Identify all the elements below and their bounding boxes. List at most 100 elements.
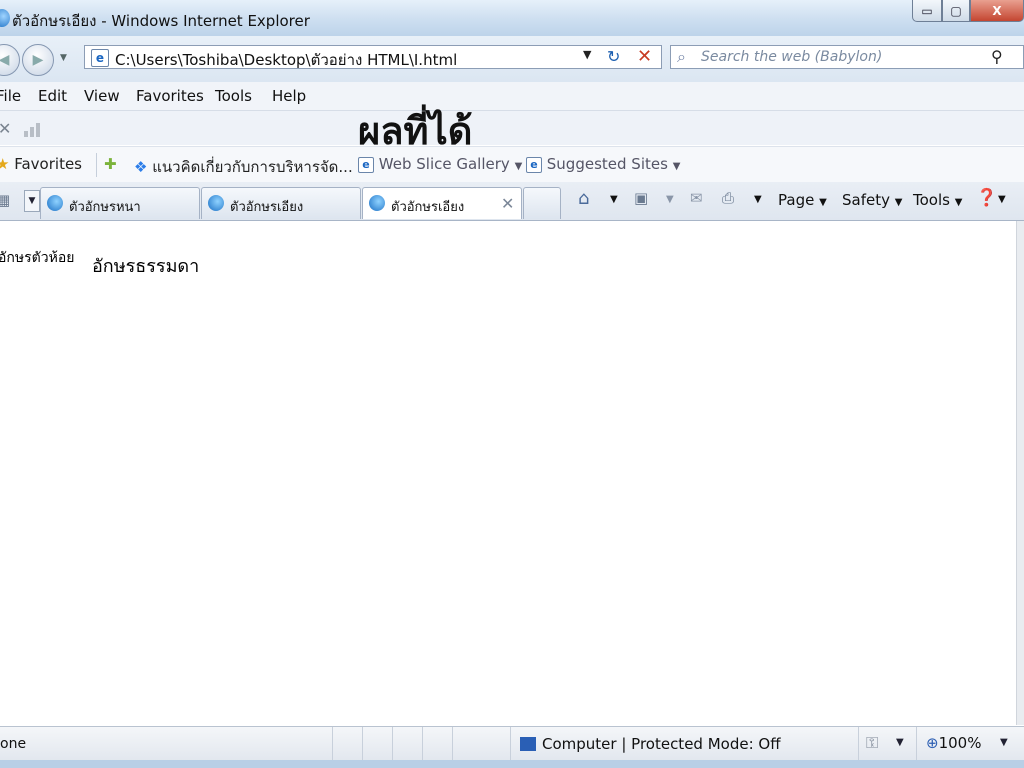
security-zone-label: Computer | Protected Mode: Off <box>542 735 781 753</box>
tab-list-dropdown[interactable]: ▼ <box>24 190 40 212</box>
rss-icon[interactable]: ▣ <box>634 189 648 207</box>
zoom-level: 100% <box>938 734 982 752</box>
zoom-icon: ⊕ <box>926 734 939 752</box>
toolbar-row: ✕ <box>0 111 1024 145</box>
menu-help[interactable]: Help <box>272 87 306 105</box>
search-input[interactable]: Search the web (Babylon) <box>701 49 882 65</box>
print-dropdown-icon[interactable]: ▼ <box>754 194 762 205</box>
ie-page-icon: e <box>526 156 542 173</box>
page-menu-label: Page <box>778 191 815 209</box>
chevron-down-icon: ▼ <box>514 161 523 172</box>
safety-menu-button[interactable]: Safety ▼ <box>842 191 902 209</box>
vertical-scrollbar[interactable] <box>1016 221 1024 725</box>
quick-tabs-icon[interactable]: ▦ <box>0 191 16 211</box>
new-tab-button[interactable] <box>523 187 561 219</box>
mail-icon[interactable]: ✉ <box>690 189 703 207</box>
menu-edit[interactable]: Edit <box>38 87 67 105</box>
lock-dropdown-icon[interactable]: ▼ <box>896 737 904 748</box>
bottom-edge <box>0 760 1024 768</box>
close-toolbar-icon[interactable]: ✕ <box>0 119 11 138</box>
star-icon: ★ <box>0 155 10 173</box>
tab-label: ตัวอักษรหนา <box>69 200 141 215</box>
web-slice-label: Web Slice Gallery <box>378 155 510 173</box>
lock-icon[interactable]: ⚿ <box>866 733 878 753</box>
arrow-left-icon: ◀ <box>0 52 10 68</box>
title-bar: ตัวอักษรเอียง - Windows Internet Explore… <box>0 0 1024 36</box>
page-menu-button[interactable]: Page ▼ <box>778 191 827 209</box>
favorites-button[interactable]: ★ Favorites <box>0 155 82 173</box>
zoom-dropdown-icon[interactable]: ▼ <box>1000 737 1008 748</box>
help-dropdown-icon[interactable]: ▼ <box>998 194 1006 205</box>
add-favorite-button[interactable]: ✚ <box>104 155 117 173</box>
home-icon[interactable]: ⌂ <box>578 188 589 209</box>
menu-bar: File Edit View Favorites Tools Help <box>0 82 1024 111</box>
divider <box>96 153 97 177</box>
suggested-sites-label: Suggested Sites <box>546 155 668 173</box>
ie-tab-icon <box>369 195 385 211</box>
ie-page-icon: e <box>358 156 374 173</box>
status-divider <box>362 727 363 761</box>
ie-tab-icon <box>47 195 63 211</box>
help-icon[interactable]: ❓ <box>976 188 997 208</box>
status-text: one <box>0 736 27 752</box>
tab-1[interactable]: ตัวอักษรหนา <box>40 187 200 219</box>
suggested-sites[interactable]: e Suggested Sites ▼ <box>526 155 680 173</box>
chevron-down-icon: ▼ <box>819 197 827 208</box>
print-icon[interactable]: ⎙ <box>722 189 734 207</box>
ie-tab-icon <box>208 195 224 211</box>
signal-icon <box>24 121 42 137</box>
recent-pages-dropdown[interactable]: ▼ <box>60 53 67 63</box>
google-icon: ❖ <box>134 158 148 176</box>
tab-row: ▦ ▼ ตัวอักษรหนา ตัวอักษรเอียง ตัวอักษรเอ… <box>0 182 1024 221</box>
status-divider <box>916 727 917 761</box>
search-provider-icon: ⌕ <box>677 47 686 66</box>
close-tab-icon[interactable]: ✕ <box>501 194 514 213</box>
feeds-dropdown-icon[interactable]: ▼ <box>666 194 674 205</box>
tools-menu-label: Tools <box>913 191 950 209</box>
favorites-link-1[interactable]: ❖ แนวคิดเกี่ยวกับการบริหารจัด... <box>134 155 353 179</box>
page-content: อักษรตัวห้อย อักษรธรรมดา <box>0 221 1016 725</box>
minimize-button[interactable]: ▭ <box>912 0 942 22</box>
status-divider <box>510 727 511 761</box>
tab-label: ตัวอักษรเอียง <box>230 200 304 215</box>
status-divider <box>452 727 453 761</box>
status-bar: one Computer | Protected Mode: Off ⚿ ▼ ⊕… <box>0 726 1024 761</box>
menu-file[interactable]: File <box>0 87 21 105</box>
chevron-down-icon: ▼ <box>954 197 963 208</box>
address-bar[interactable]: e C:\Users\Toshiba\Desktop\ตัวอย่าง HTML… <box>84 45 662 69</box>
add-to-favorites-icon: ✚ <box>104 155 117 173</box>
home-dropdown-icon[interactable]: ▼ <box>610 194 618 205</box>
favorites-link-1-label: แนวคิดเกี่ยวกับการบริหารจัด... <box>152 158 353 176</box>
web-slice-gallery[interactable]: e Web Slice Gallery ▼ <box>358 155 522 173</box>
address-url[interactable]: C:\Users\Toshiba\Desktop\ตัวอย่าง HTML\I… <box>115 48 457 72</box>
security-zone[interactable]: Computer | Protected Mode: Off <box>520 735 781 753</box>
tools-menu-button[interactable]: Tools ▼ <box>913 191 962 209</box>
chevron-down-icon: ▼ <box>672 161 681 172</box>
search-box[interactable]: ⌕ Search the web (Babylon) ⚲ <box>670 45 1024 69</box>
search-icon[interactable]: ⚲ <box>991 47 1003 66</box>
status-divider <box>392 727 393 761</box>
subscript-text: อักษรตัวห้อย <box>0 250 75 266</box>
menu-favorites[interactable]: Favorites <box>136 87 204 105</box>
status-divider <box>858 727 859 761</box>
zoom-button[interactable]: ⊕100% <box>926 734 981 752</box>
tab-3-active[interactable]: ตัวอักษรเอียง ✕ <box>362 187 522 219</box>
page-icon: e <box>91 49 109 67</box>
arrow-right-icon: ▶ <box>32 52 44 68</box>
stop-icon[interactable]: ✕ <box>637 46 652 67</box>
back-button[interactable]: ◀ <box>0 44 20 76</box>
favorites-bar: ★ Favorites ✚ ❖ แนวคิดเกี่ยวกับการบริหาร… <box>0 146 1024 183</box>
status-divider <box>422 727 423 761</box>
close-window-button[interactable]: X <box>970 0 1024 22</box>
computer-icon <box>520 737 536 751</box>
menu-view[interactable]: View <box>84 87 120 105</box>
chevron-down-icon: ▼ <box>894 197 903 208</box>
refresh-icon[interactable]: ↻ <box>607 47 620 66</box>
forward-button[interactable]: ▶ <box>22 44 54 76</box>
address-dropdown-icon[interactable]: ▼ <box>583 48 591 61</box>
menu-tools[interactable]: Tools <box>215 87 252 105</box>
tab-label: ตัวอักษรเอียง <box>391 200 465 215</box>
window-title: ตัวอักษรเอียง - Windows Internet Explore… <box>12 12 310 30</box>
maximize-button[interactable]: ▢ <box>942 0 970 22</box>
tab-2[interactable]: ตัวอักษรเอียง <box>201 187 361 219</box>
